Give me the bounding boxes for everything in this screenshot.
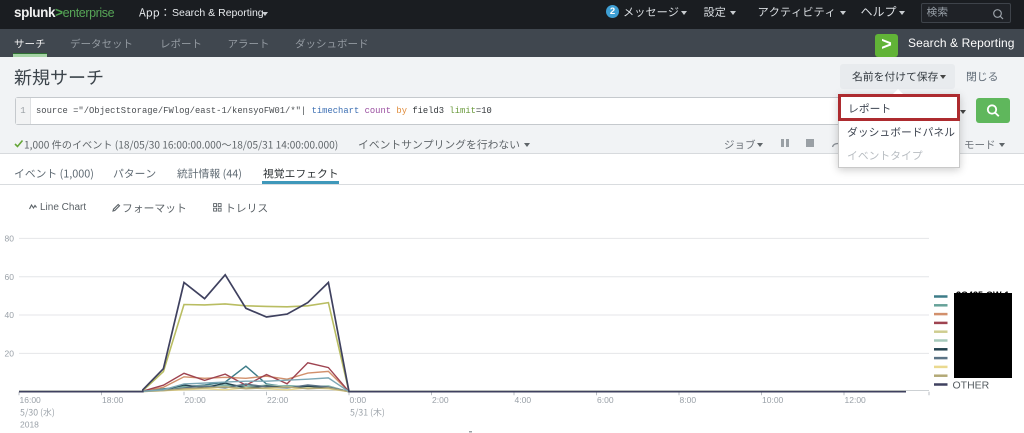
- svg-text:OTHER: OTHER: [953, 380, 990, 392]
- svg-text:12:00: 12:00: [845, 395, 867, 405]
- svg-text:18:00: 18:00: [102, 395, 124, 405]
- svg-text:22:00: 22:00: [267, 395, 289, 405]
- svg-text:20:00: 20:00: [185, 395, 207, 405]
- svg-text:20: 20: [5, 349, 15, 359]
- svg-text:4:00: 4:00: [515, 395, 532, 405]
- svg-text:60: 60: [5, 272, 15, 282]
- svg-text:0:00: 0:00: [350, 395, 367, 405]
- svg-text:6:00: 6:00: [597, 395, 614, 405]
- svg-text:16:00: 16:00: [20, 395, 42, 405]
- svg-text:10:00: 10:00: [762, 395, 784, 405]
- svg-text:2:00: 2:00: [432, 395, 449, 405]
- svg-text:40: 40: [5, 310, 15, 320]
- svg-text:8:00: 8:00: [680, 395, 697, 405]
- svg-text:80: 80: [5, 234, 15, 244]
- svg-text:2018: 2018: [20, 420, 39, 430]
